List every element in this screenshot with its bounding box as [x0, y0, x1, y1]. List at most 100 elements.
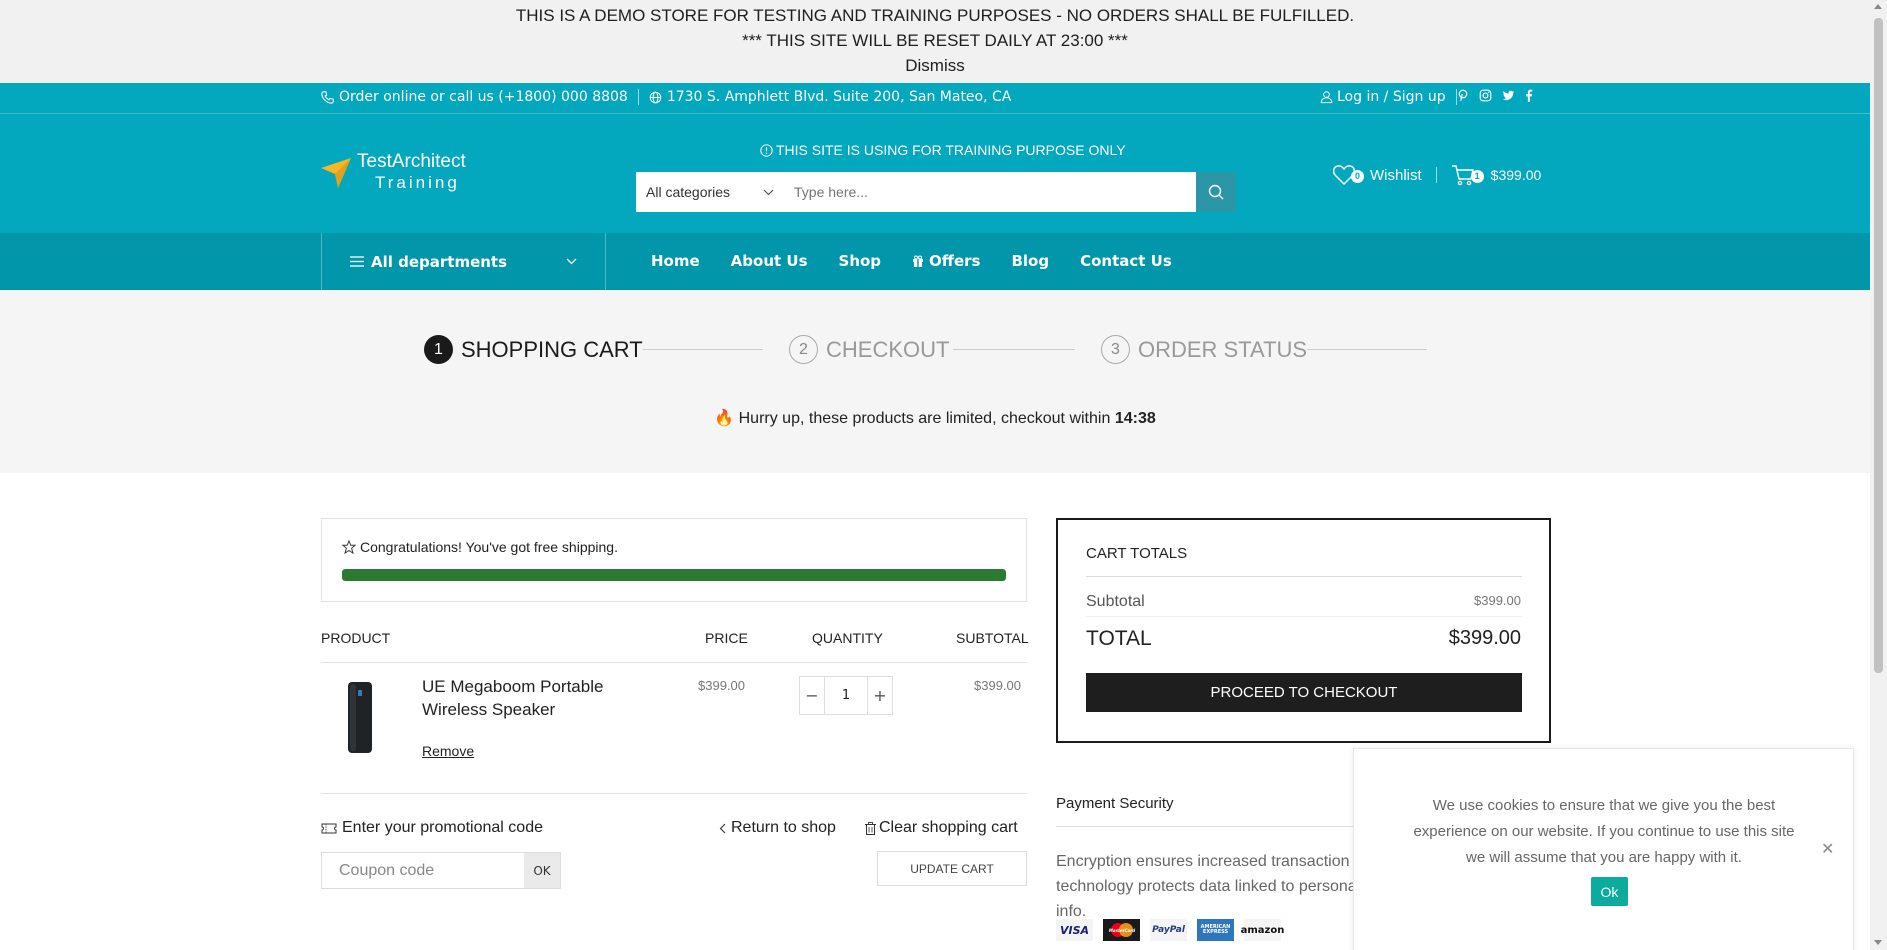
scroll-down-arrow[interactable] — [1874, 940, 1882, 945]
search-button[interactable] — [1196, 172, 1236, 212]
step-label: CHECKOUT — [826, 336, 950, 362]
paper-plane-logo-icon — [321, 156, 351, 188]
product-name-link[interactable]: UE Megaboom Portable Wireless Speaker — [422, 675, 632, 721]
product-image[interactable] — [340, 680, 380, 755]
proceed-to-checkout-button[interactable]: PROCEED TO CHECKOUT — [1086, 673, 1522, 712]
pinterest-icon[interactable] — [1457, 89, 1469, 102]
scrollbar-thumb[interactable] — [1874, 18, 1883, 673]
ticket-icon — [321, 823, 337, 834]
cart-count-badge: 1 — [1470, 169, 1484, 183]
nav-shop[interactable]: Shop — [839, 252, 882, 270]
phone-icon — [321, 90, 334, 104]
address-text: 1730 S. Amphlett Blvd. Suite 200, San Ma… — [666, 89, 1012, 105]
quantity-input[interactable]: 1 — [824, 677, 868, 714]
step-label: ORDER STATUS — [1138, 336, 1308, 362]
cart-link[interactable]: 1 $399.00 — [1451, 164, 1542, 186]
step-connector — [1307, 349, 1427, 350]
training-notice-text: THIS SITE IS USING FOR TRAINING PURPOSE … — [776, 142, 1126, 158]
category-select[interactable]: All categories — [636, 172, 784, 212]
logo-subtitle: Training — [375, 173, 460, 192]
nav-about-us[interactable]: About Us — [731, 252, 808, 270]
social-links — [1457, 89, 1533, 102]
increase-quantity-button[interactable]: + — [868, 677, 892, 714]
all-departments-dropdown[interactable]: All departments — [321, 233, 606, 290]
update-cart-button[interactable]: UPDATE CART — [877, 851, 1027, 886]
gift-icon — [912, 255, 924, 267]
divider — [637, 89, 639, 105]
step-number: 3 — [1101, 335, 1130, 364]
chevron-down-icon — [763, 189, 774, 196]
promo-code-heading: Enter your promotional code — [321, 819, 543, 837]
page-scrollbar[interactable] — [1870, 0, 1887, 950]
return-to-shop-label: Return to shop — [731, 819, 836, 836]
star-icon — [342, 540, 356, 554]
search-bar: All categories — [636, 172, 1236, 212]
login-label[interactable]: Log in / Sign up — [1337, 89, 1446, 105]
product-subtotal: $399.00 — [974, 678, 1021, 693]
logo-title: TestArchitect — [357, 151, 466, 172]
main-nav: All departments Home About Us Shop Offer… — [0, 233, 1870, 290]
facebook-icon[interactable] — [1525, 89, 1533, 102]
nav-links: Home About Us Shop Offers Blog Contact U… — [651, 252, 1203, 270]
amazon-logo: amazon — [1241, 919, 1284, 941]
step-shopping-cart[interactable]: 1 SHOPPING CART — [424, 335, 643, 364]
step-number: 2 — [789, 335, 818, 364]
divider — [321, 662, 1027, 663]
cookie-notice: We use cookies to ensure that we give yo… — [1353, 748, 1854, 950]
decrease-quantity-button[interactable]: − — [800, 677, 824, 714]
category-select-value: All categories — [646, 184, 731, 200]
free-shipping-box: Congratulations! You've got free shippin… — [321, 518, 1027, 602]
coupon-form: Coupon code OK — [321, 852, 561, 889]
chevron-left-icon — [719, 823, 726, 834]
contact-info: Order online or call us (+1800) 000 8808… — [321, 89, 1011, 105]
globe-icon — [649, 91, 662, 104]
cart-total: $399.00 — [1490, 167, 1542, 183]
payment-security-title: Payment Security — [1056, 795, 1174, 812]
step-checkout[interactable]: 2 CHECKOUT — [789, 335, 949, 364]
return-to-shop-link[interactable]: Return to shop — [719, 819, 836, 837]
divider — [1086, 576, 1522, 577]
svg-text:MasterCard: MasterCard — [1108, 928, 1134, 933]
demo-banner-line-2: *** THIS SITE WILL BE RESET DAILY AT 23:… — [742, 31, 1128, 50]
site-logo[interactable]: TestArchitect Training — [321, 152, 466, 191]
login-link[interactable]: Log in / Sign up — [1320, 89, 1467, 105]
nav-contact-us[interactable]: Contact Us — [1080, 252, 1172, 270]
header-actions: 0 Wishlist 1 $399.00 — [1333, 164, 1541, 186]
dismiss-link[interactable]: Dismiss — [0, 56, 1870, 76]
wishlist-count-badge: 0 — [1351, 169, 1364, 183]
hurry-message: 🔥 Hurry up, these products are limited, … — [0, 408, 1870, 428]
shipping-progress-fill — [342, 569, 1006, 581]
quantity-stepper: − 1 + — [799, 676, 893, 715]
remove-link[interactable]: Remove — [422, 743, 474, 759]
scroll-up-arrow[interactable] — [1874, 4, 1882, 9]
search-icon — [1208, 184, 1224, 200]
subtotal-label: Subtotal — [1086, 593, 1145, 610]
step-order-status[interactable]: 3 ORDER STATUS — [1101, 335, 1307, 364]
promo-code-label: Enter your promotional code — [342, 819, 543, 836]
instagram-icon[interactable] — [1479, 89, 1492, 102]
cart-totals-box: CART TOTALS Subtotal $399.00 TOTAL $399.… — [1056, 518, 1551, 743]
site-header: TestArchitect Training THIS SITE IS USIN… — [0, 114, 1870, 233]
twitter-icon[interactable] — [1502, 90, 1515, 102]
nav-blog[interactable]: Blog — [1011, 252, 1049, 270]
nav-home[interactable]: Home — [651, 252, 700, 270]
wishlist-link[interactable]: 0 Wishlist — [1333, 165, 1422, 185]
apply-coupon-button[interactable]: OK — [524, 853, 560, 888]
total-value: $399.00 — [1448, 627, 1521, 649]
nav-offers-wrap[interactable]: Offers — [912, 252, 980, 270]
payment-logos: VISA MasterCard PayPal AMERICAN EXPRESS … — [1056, 919, 1284, 941]
user-icon — [1320, 90, 1333, 104]
close-icon[interactable]: ✕ — [1821, 839, 1834, 858]
free-shipping-text: Congratulations! You've got free shippin… — [360, 539, 618, 555]
step-label: SHOPPING CART — [461, 336, 643, 362]
product-price: $399.00 — [698, 678, 745, 693]
total-label: TOTAL — [1086, 627, 1152, 650]
phone-text: Order online or call us (+1800) 000 8808 — [339, 89, 628, 105]
menu-icon — [350, 256, 364, 267]
coupon-input[interactable]: Coupon code — [322, 853, 524, 888]
cookie-ok-button[interactable]: Ok — [1591, 877, 1628, 906]
clear-cart-link[interactable]: Clear shopping cart — [865, 819, 1018, 837]
trash-icon — [865, 821, 876, 835]
search-input[interactable] — [784, 172, 1196, 212]
cart-totals-title: CART TOTALS — [1086, 545, 1188, 562]
